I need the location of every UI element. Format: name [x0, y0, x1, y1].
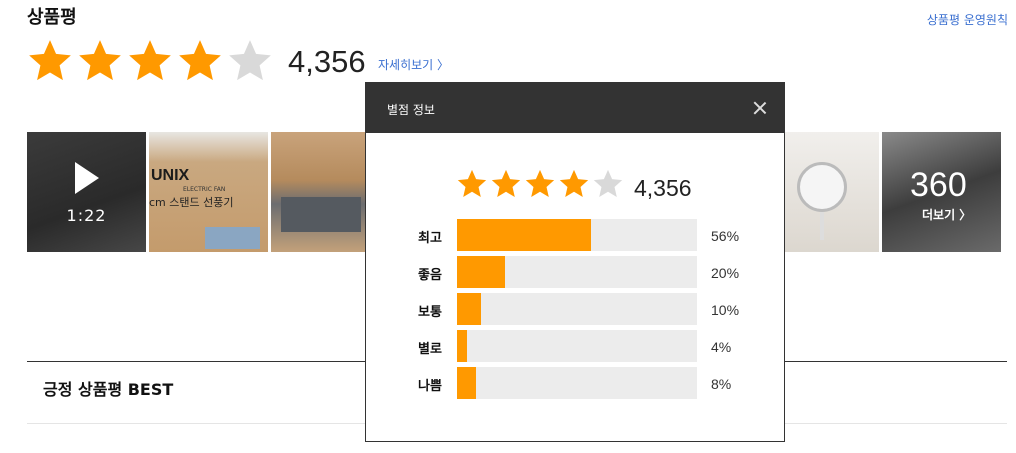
fan-head-shape [797, 162, 847, 212]
box-brand-text: UNIX [151, 167, 190, 184]
rating-distribution-row: 좋음 20% [366, 256, 786, 288]
play-icon [75, 162, 99, 194]
rating-info-modal: 별점 정보 4,356 최고 56% 좋음 20% 보통 10% 별로 4% 나쁨 8% [365, 82, 785, 442]
star-filled-icon [25, 36, 75, 86]
rating-percent: 56% [711, 228, 740, 244]
rating-distribution-row: 나쁨 8% [366, 367, 786, 399]
rating-level-label: 최고 [418, 231, 442, 246]
rating-bar-track [457, 367, 697, 399]
rating-percent: 10% [711, 302, 740, 318]
modal-review-count: 4,356 [634, 175, 692, 201]
box-contents [281, 197, 361, 232]
star-filled-icon [523, 167, 557, 201]
rating-level-label: 나쁨 [418, 379, 442, 394]
rating-bar-fill [457, 256, 505, 288]
star-empty-icon [591, 167, 625, 201]
detail-view-link[interactable]: 자세히보기 〉 [378, 56, 449, 73]
review-count: 4,356 [288, 44, 366, 79]
rating-distribution-row: 보통 10% [366, 293, 786, 325]
rating-bar-track [457, 293, 697, 325]
rating-level-label: 별로 [418, 342, 442, 357]
rating-bar-fill [457, 330, 467, 362]
review-policy-link[interactable]: 상품평 운영원칙 [927, 11, 1008, 28]
positive-review-best-title: 긍정 상품평 BEST [43, 380, 174, 399]
modal-rating-stars [455, 167, 625, 201]
video-thumbnail[interactable]: 1:22 [27, 132, 146, 252]
close-icon[interactable] [753, 101, 767, 115]
star-empty-icon [225, 36, 275, 86]
rating-bar-track [457, 330, 697, 362]
modal-title: 별점 정보 [387, 103, 435, 117]
fan-stand-shape [820, 212, 824, 240]
more-photos-label: 더보기 〉 [922, 208, 972, 222]
star-filled-icon [75, 36, 125, 86]
rating-percent: 8% [711, 376, 732, 392]
rating-bar-track [457, 256, 697, 288]
modal-header: 별점 정보 [366, 83, 784, 133]
rating-bar-track [457, 219, 697, 251]
rating-level-label: 좋음 [418, 268, 442, 283]
star-filled-icon [175, 36, 225, 86]
box-label-panel [205, 227, 260, 249]
star-filled-icon [489, 167, 523, 201]
photo-thumbnail[interactable] [782, 132, 879, 252]
star-filled-icon [557, 167, 591, 201]
box-product-text: cm 스탠드 선풍기 [149, 196, 234, 209]
rating-bar-fill [457, 367, 477, 399]
review-section-title: 상품평 [27, 7, 77, 28]
more-photos-thumbnail[interactable]: 360 더보기 〉 [882, 132, 1001, 252]
rating-percent: 4% [711, 339, 732, 355]
box-brand-subtext: ELECTRIC FAN [183, 186, 226, 193]
rating-percent: 20% [711, 265, 740, 281]
rating-distribution-row: 별로 4% [366, 330, 786, 362]
star-filled-icon [455, 167, 489, 201]
star-filled-icon [125, 36, 175, 86]
photo-thumbnail[interactable]: UNIX ELECTRIC FAN cm 스탠드 선풍기 [149, 132, 268, 252]
rating-bar-fill [457, 293, 481, 325]
rating-stars [25, 36, 275, 86]
more-photos-count: 360 [910, 166, 967, 204]
rating-level-label: 보통 [418, 305, 442, 320]
rating-distribution-row: 최고 56% [366, 219, 786, 251]
rating-bar-fill [457, 219, 592, 251]
video-duration: 1:22 [66, 206, 107, 225]
